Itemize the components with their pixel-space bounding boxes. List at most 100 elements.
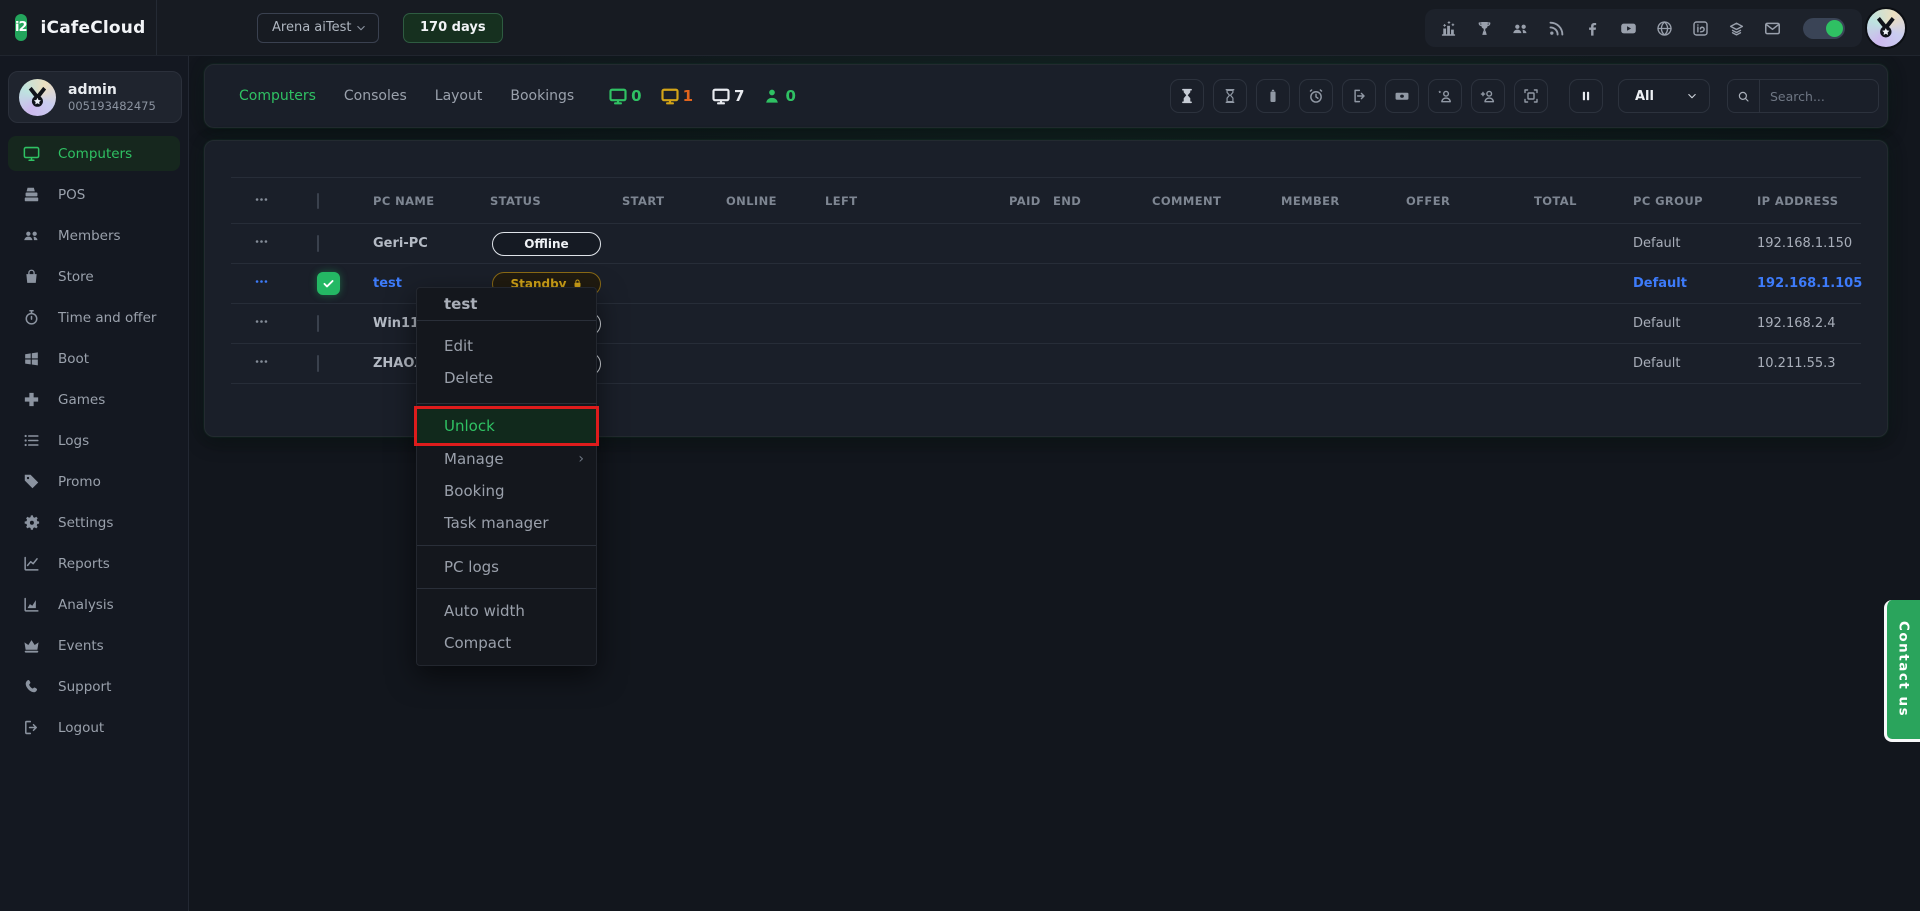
row-checkbox-checked[interactable] bbox=[317, 272, 340, 295]
sidebar-user-card[interactable]: admin 005193482475 bbox=[8, 71, 182, 123]
search-button[interactable] bbox=[1728, 80, 1760, 112]
globe-icon[interactable] bbox=[1655, 19, 1674, 38]
pc-name[interactable]: Geri-PC bbox=[373, 236, 490, 251]
computers-toolbar: Computers Consoles Layout Bookings 0 1 7… bbox=[204, 64, 1888, 128]
member-star-button[interactable] bbox=[1428, 79, 1462, 113]
filter-select[interactable]: All bbox=[1618, 79, 1710, 113]
menu-item-edit[interactable]: Edit bbox=[417, 330, 596, 362]
row-checkbox[interactable] bbox=[317, 315, 319, 332]
battery-button[interactable] bbox=[1256, 79, 1290, 113]
pause-button[interactable] bbox=[1569, 79, 1603, 113]
toolbar-actions: All bbox=[1170, 79, 1879, 113]
ranking-icon[interactable] bbox=[1439, 19, 1458, 38]
sidebar-item-settings[interactable]: Settings bbox=[8, 505, 180, 540]
sidebar-item-analysis[interactable]: Analysis bbox=[8, 587, 180, 622]
menu-item-unlock-highlighted[interactable]: Unlock bbox=[417, 409, 596, 443]
screenshot-button[interactable] bbox=[1514, 79, 1548, 113]
sidebar-item-events[interactable]: Events bbox=[8, 628, 180, 663]
sidebar-item-boot[interactable]: Boot bbox=[8, 341, 180, 376]
gear-icon bbox=[22, 513, 41, 532]
cash-button[interactable] bbox=[1385, 79, 1419, 113]
menu-item-manage[interactable]: Manage› bbox=[417, 443, 596, 475]
battery-icon bbox=[1264, 87, 1282, 105]
youtube-icon[interactable] bbox=[1619, 19, 1638, 38]
hourglass-button[interactable] bbox=[1213, 79, 1247, 113]
select-all-checkbox[interactable] bbox=[317, 193, 319, 209]
member-star-icon bbox=[1436, 87, 1454, 105]
hourglass-filled-button[interactable] bbox=[1170, 79, 1204, 113]
search-box bbox=[1727, 79, 1879, 113]
members-icon[interactable] bbox=[1511, 19, 1530, 38]
sidebar-item-logout[interactable]: Logout bbox=[8, 710, 180, 745]
monitor-white-icon bbox=[711, 86, 731, 106]
col-paid: PAID bbox=[1009, 194, 1053, 208]
ip-address: 192.168.1.150 bbox=[1757, 236, 1861, 251]
venue-selector[interactable]: Arena aiTest bbox=[257, 13, 379, 43]
col-end: END bbox=[1053, 194, 1152, 208]
menu-item-task-manager[interactable]: Task manager bbox=[417, 507, 596, 539]
layers-icon[interactable] bbox=[1727, 19, 1746, 38]
sidebar-item-members[interactable]: Members bbox=[8, 218, 180, 253]
col-offer: OFFER bbox=[1406, 194, 1534, 208]
menu-item-delete[interactable]: Delete bbox=[417, 362, 596, 394]
platinum-medal-icon bbox=[1871, 13, 1901, 43]
hourglass-filled-icon bbox=[1178, 87, 1196, 105]
add-member-button[interactable] bbox=[1471, 79, 1505, 113]
shopping-bag-icon bbox=[22, 267, 41, 286]
alarm-button[interactable] bbox=[1299, 79, 1333, 113]
tab-computers[interactable]: Computers bbox=[239, 88, 316, 104]
col-total: TOTAL bbox=[1534, 194, 1633, 208]
row-actions-header-icon[interactable] bbox=[252, 190, 271, 209]
trophy-icon[interactable] bbox=[1475, 19, 1494, 38]
sidebar-item-time-and-offer[interactable]: Time and offer bbox=[8, 300, 180, 335]
checkout-button[interactable] bbox=[1342, 79, 1376, 113]
mail-icon[interactable] bbox=[1763, 19, 1782, 38]
sidebar-item-computers[interactable]: Computers bbox=[8, 136, 180, 171]
row-checkbox[interactable] bbox=[317, 235, 319, 252]
user-id: 005193482475 bbox=[68, 99, 156, 113]
menu-item-auto-width[interactable]: Auto width bbox=[417, 595, 596, 627]
tab-consoles[interactable]: Consoles bbox=[344, 88, 407, 104]
tab-bookings[interactable]: Bookings bbox=[510, 88, 574, 104]
contact-us-tab[interactable]: Contact us bbox=[1884, 600, 1920, 742]
user-avatar-platinum[interactable] bbox=[1865, 7, 1907, 49]
sidebar-item-reports[interactable]: Reports bbox=[8, 546, 180, 581]
license-days-badge[interactable]: 170 days bbox=[403, 13, 503, 43]
monitor-icon bbox=[22, 144, 41, 163]
tab-layout[interactable]: Layout bbox=[435, 88, 483, 104]
sign-out-icon bbox=[1350, 87, 1368, 105]
row-actions-icon[interactable] bbox=[252, 272, 271, 291]
topbar-brand-section: i2 iCafeCloud bbox=[0, 0, 157, 55]
list-icon bbox=[22, 431, 41, 450]
brand-name: iCafeCloud bbox=[41, 18, 146, 38]
row-actions-icon[interactable] bbox=[252, 232, 271, 251]
row-actions-icon[interactable] bbox=[252, 312, 271, 331]
sidebar-item-logs[interactable]: Logs bbox=[8, 423, 180, 458]
table-row[interactable]: Geri-PC Offline Default 192.168.1.150 bbox=[231, 224, 1861, 264]
facebook-icon[interactable] bbox=[1583, 19, 1602, 38]
gamepad-icon bbox=[22, 390, 41, 409]
sidebar-item-promo[interactable]: Promo bbox=[8, 464, 180, 499]
platinum-medal-icon bbox=[23, 83, 52, 112]
icafe-card-icon[interactable] bbox=[1691, 19, 1710, 38]
menu-item-compact[interactable]: Compact bbox=[417, 627, 596, 659]
menu-item-pc-logs[interactable]: PC logs bbox=[417, 551, 596, 583]
menu-item-booking[interactable]: Booking bbox=[417, 475, 596, 507]
counter-pcs-standby: 1 bbox=[660, 86, 693, 106]
rss-icon[interactable] bbox=[1547, 19, 1566, 38]
sidebar-item-pos[interactable]: POS bbox=[8, 177, 180, 212]
members-icon bbox=[22, 226, 41, 245]
status-badge-offline: Offline bbox=[492, 232, 601, 256]
sidebar-nav: Computers POS Members Store Time and off… bbox=[8, 136, 180, 751]
sidebar-item-store[interactable]: Store bbox=[8, 259, 180, 294]
sidebar-item-games[interactable]: Games bbox=[8, 382, 180, 417]
col-online: ONLINE bbox=[726, 194, 825, 208]
notifications-toggle[interactable] bbox=[1803, 18, 1845, 39]
row-actions-icon[interactable] bbox=[252, 352, 271, 371]
col-ip-address: IP ADDRESS bbox=[1757, 194, 1861, 208]
sidebar-item-support[interactable]: Support bbox=[8, 669, 180, 704]
row-checkbox[interactable] bbox=[317, 355, 319, 372]
search-input[interactable] bbox=[1760, 80, 1878, 112]
view-tabs: Computers Consoles Layout Bookings bbox=[239, 88, 574, 104]
windows-icon bbox=[22, 349, 41, 368]
